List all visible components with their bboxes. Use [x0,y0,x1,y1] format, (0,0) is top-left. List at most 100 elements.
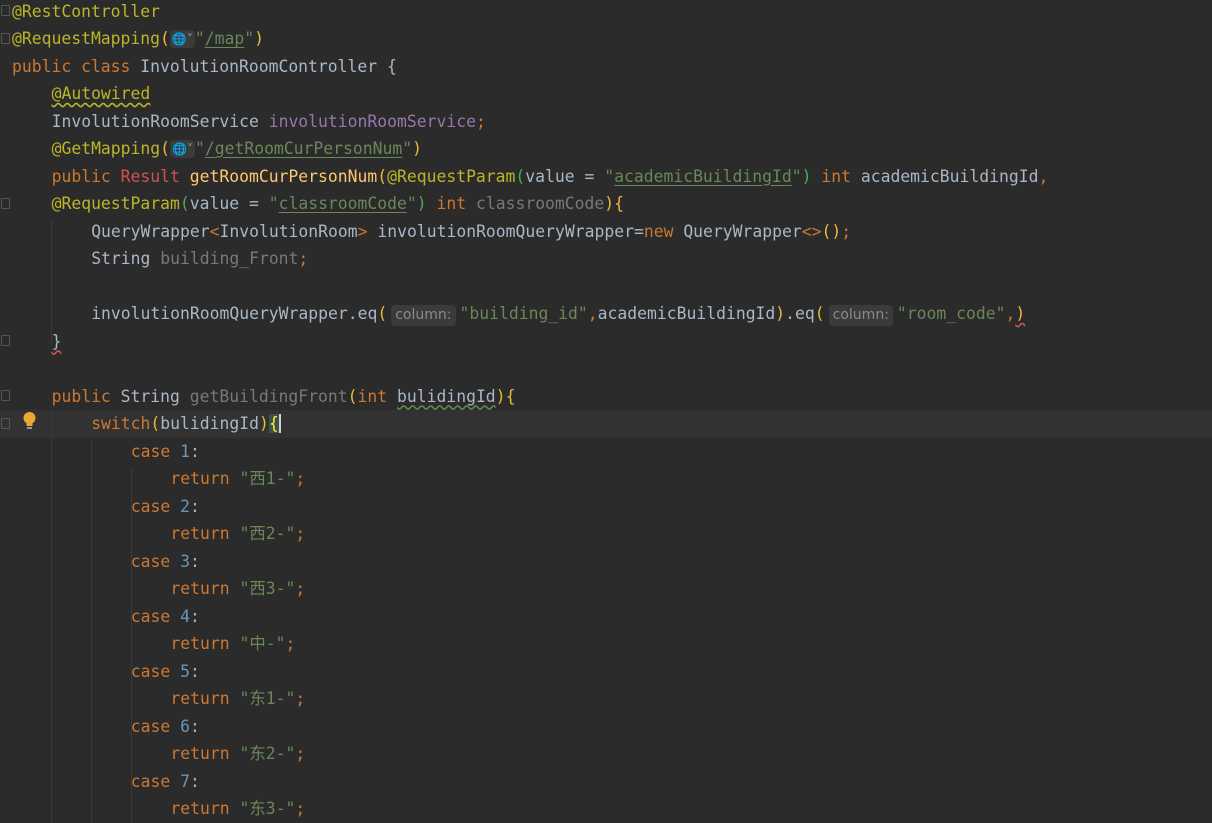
code-token: ; [841,221,852,241]
indent-guide [51,220,52,345]
code-line[interactable]: case 3: [0,548,1212,576]
code-token: QueryWrapper [683,221,802,241]
code-token: ) [495,386,506,406]
code-token: "中-" [239,634,286,653]
code-line[interactable]: public Result getRoomCurPersonNum(@Reque… [0,163,1212,191]
code-line[interactable]: public class InvolutionRoomController { [0,53,1212,81]
code-line[interactable]: case 6: [0,713,1212,741]
code-token: /map [204,29,245,48]
code-line[interactable]: public String getBuildingFront(int bulid… [0,383,1212,411]
code-token: "东3-" [239,799,296,818]
code-token: bulidingId [160,414,259,433]
code-token: ; [475,111,486,131]
code-line[interactable]: involutionRoomQueryWrapper.eq(column: "bu… [0,300,1212,328]
code-token: " [604,166,615,186]
code-line[interactable]: @Autowired [0,80,1212,108]
code-token: ; [285,634,296,653]
code-text: return "西2-"; [170,520,305,548]
code-token: , [587,304,598,323]
code-token: ( [150,414,161,433]
code-line[interactable]: InvolutionRoomService involutionRoomServ… [0,108,1212,136]
fold-marker-icon[interactable] [1,5,10,16]
code-line[interactable]: String building_Front; [0,245,1212,273]
code-line[interactable]: case 4: [0,603,1212,631]
code-line[interactable]: case 1: [0,438,1212,466]
code-text: involutionRoomQueryWrapper.eq(column: "bu… [91,300,1025,328]
code-line[interactable]: case 5: [0,658,1212,686]
code-line[interactable]: return "西1-"; [0,465,1212,493]
code-token: : [190,606,200,626]
code-editor[interactable]: return "东3-"; case 7: return "东2-"; case 6:… [0,0,1212,823]
code-token: } [51,331,62,351]
code-token: " [244,29,255,48]
parameter-hint: column: [828,305,893,326]
code-line[interactable]: return "中-"; [0,630,1212,658]
code-line[interactable]: @RequestParam(value = "classroomCode") i… [0,190,1212,218]
code-token: Result [120,166,190,186]
fold-marker-icon[interactable] [1,418,10,429]
code-line[interactable]: return "东1-"; [0,685,1212,713]
code-token: "西3-" [239,579,296,598]
code-token: ( [160,29,170,48]
code-token: ; [295,799,306,818]
code-token: InvolutionRoom [219,221,358,241]
code-token: : [190,496,200,516]
globe-icon[interactable]: 🌐˅ [170,140,195,158]
code-token: return [170,799,240,818]
code-line[interactable] [0,355,1212,383]
code-token: getBuildingFront [189,386,348,406]
code-token: ( [377,304,388,323]
code-token: ( [179,194,190,213]
code-token: ; [295,469,306,488]
code-token: String [91,249,161,268]
globe-icon[interactable]: 🌐˅ [169,30,195,48]
code-line[interactable]: return "东3-"; [0,795,1212,823]
code-token: "西1-" [239,469,296,488]
code-text: @RequestMapping(🌐˅ "/map") [12,25,264,53]
code-token: ) [801,166,812,186]
lightbulb-icon[interactable] [22,411,37,431]
code-line[interactable]: @RestController [0,0,1212,25]
fold-marker-icon[interactable] [1,335,10,346]
code-text: case 3: [131,548,200,576]
code-line[interactable]: QueryWrapper<InvolutionRoom> involutionR… [0,218,1212,246]
code-token: ; [295,524,306,543]
code-line[interactable]: } [0,328,1212,356]
code-line[interactable]: switch(bulidingId){ [0,410,1212,438]
code-token: InvolutionRoomService [51,111,269,131]
code-token: "西2-" [239,524,296,543]
code-line[interactable]: case 7: [0,768,1212,796]
code-token: switch [91,414,151,433]
code-token: 2 [180,496,191,516]
code-token: " [194,139,205,158]
code-token: public class [12,56,141,76]
code-line[interactable]: @RequestMapping(🌐˅ "/map") [0,25,1212,53]
code-text: switch(bulidingId){ [91,410,281,438]
code-text: } [52,328,62,356]
code-line[interactable]: return "东2-"; [0,740,1212,768]
code-token: case [130,716,181,736]
code-token: return [170,579,240,598]
code-text: public class InvolutionRoomController { [12,53,397,81]
code-token: getRoomCurPersonNum [189,166,378,186]
code-line[interactable]: @GetMapping(🌐˅ "/getRoomCurPersonNum") [0,135,1212,163]
code-line[interactable]: return "西3-"; [0,575,1212,603]
code-token: int [426,194,476,213]
code-token: 6 [180,716,191,736]
code-token: public [51,166,121,186]
code-line[interactable]: case 2: [0,493,1212,521]
code-text: case 7: [131,768,200,796]
code-token: String [120,386,190,406]
code-token: public [51,386,121,406]
fold-marker-icon[interactable] [1,33,10,44]
code-token: ; [295,579,306,598]
indent-guide [91,440,92,823]
code-line[interactable] [0,273,1212,301]
code-line[interactable]: return "西2-"; [0,520,1212,548]
indent-guide [131,467,132,823]
fold-marker-icon[interactable] [1,198,10,209]
code-token: : [190,771,200,791]
code-token: classroomCode [278,194,407,213]
code-token: return [170,524,240,543]
fold-marker-icon[interactable] [1,390,10,401]
